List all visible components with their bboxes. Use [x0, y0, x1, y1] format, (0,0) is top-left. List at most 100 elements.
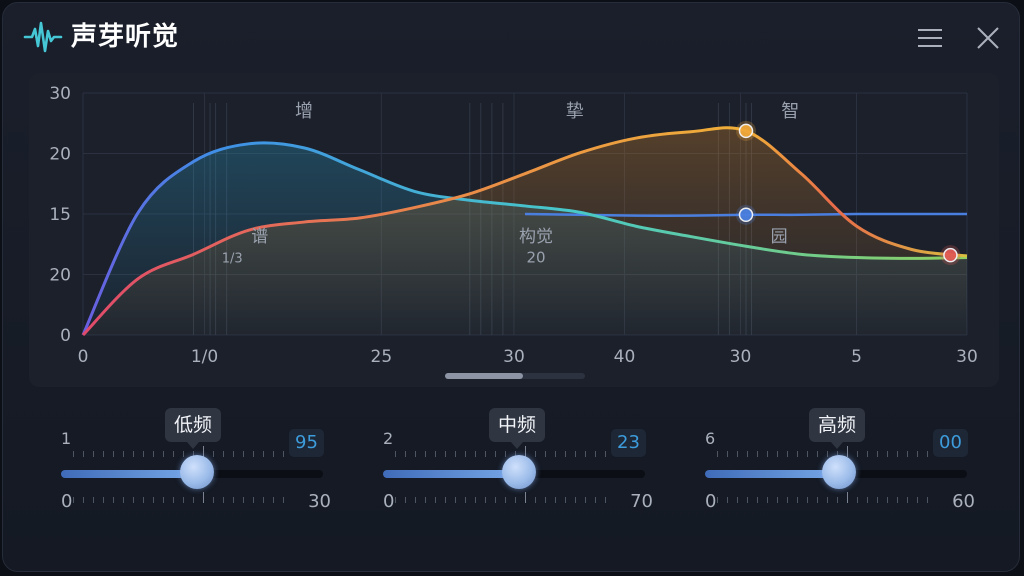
slider-tick — [213, 451, 214, 457]
slider-tick — [283, 497, 284, 503]
slider-tick — [405, 451, 406, 457]
slider-tick — [425, 451, 426, 457]
graph-scrollbar-thumb[interactable] — [445, 373, 524, 379]
slider-tick — [395, 451, 396, 457]
slider-high-top-min: 6 — [705, 429, 716, 448]
slider-tick — [917, 497, 918, 503]
slider-tick — [273, 497, 274, 503]
slider-tick — [223, 451, 224, 457]
slider-tick — [415, 497, 416, 503]
waveform-icon — [23, 21, 63, 53]
slider-tick — [83, 451, 84, 457]
control-point[interactable] — [738, 207, 754, 223]
slider-low-thumb[interactable] — [180, 455, 215, 489]
slider-tick — [415, 451, 416, 457]
slider-tick — [505, 497, 506, 503]
slider-tick — [113, 497, 114, 503]
chart-annotation: 谱 — [251, 227, 268, 247]
slider-tick — [927, 451, 928, 457]
x-tick-label: 30 — [503, 347, 525, 367]
y-tick-label: 30 — [49, 84, 71, 104]
slider-tick — [565, 451, 566, 457]
control-point[interactable] — [738, 123, 754, 139]
slider-tick — [133, 497, 134, 503]
slider-tick — [727, 497, 728, 503]
slider-tick — [163, 451, 164, 457]
slider-tick — [143, 451, 144, 457]
slider-low: 低频 1 95 0 30 — [61, 403, 331, 523]
slider-tick — [777, 451, 778, 457]
slider-tick — [737, 451, 738, 457]
slider-mid-min: 0 — [383, 491, 395, 512]
graph-scrollbar[interactable] — [445, 373, 585, 379]
slider-low-ticks-lower — [73, 492, 284, 503]
slider-tick — [837, 497, 838, 503]
x-tick-label: 5 — [851, 347, 862, 367]
y-tick-label: 0 — [60, 326, 71, 346]
slider-tick — [817, 497, 818, 503]
x-tick-label: 40 — [614, 347, 636, 367]
chart-annotation: 智 — [781, 101, 799, 122]
slider-tick — [283, 451, 284, 457]
slider-tick — [465, 497, 466, 503]
slider-tick — [605, 451, 606, 457]
slider-tick — [767, 497, 768, 503]
x-tick-label: 0 — [78, 347, 89, 367]
y-tick-label: 15 — [49, 205, 71, 225]
slider-high-value[interactable]: 00 — [933, 429, 968, 457]
slider-tick — [113, 451, 114, 457]
slider-tick — [737, 497, 738, 503]
slider-low-fill — [61, 470, 198, 478]
slider-tick — [93, 451, 94, 457]
x-tick-label: 1/0 — [191, 347, 218, 367]
x-tick-label: 30 — [956, 347, 978, 367]
slider-high: 高频 6 00 0 60 — [705, 403, 975, 523]
slider-tick — [495, 451, 496, 457]
chart-annotation: 1/3 — [222, 251, 243, 266]
slider-tick — [585, 497, 586, 503]
slider-tick — [857, 497, 858, 503]
hamburger-menu-icon[interactable] — [915, 25, 945, 51]
slider-tick — [545, 497, 546, 503]
slider-tick — [123, 497, 124, 503]
slider-low-max: 30 — [308, 491, 331, 512]
slider-tick — [515, 497, 516, 503]
slider-tick — [445, 451, 446, 457]
slider-tick — [887, 451, 888, 457]
slider-tick — [595, 451, 596, 457]
slider-tick — [565, 497, 566, 503]
slider-mid-fill — [383, 470, 520, 478]
slider-mid-value[interactable]: 23 — [611, 429, 646, 457]
chart-annotation: 挚 — [566, 101, 584, 122]
eq-chart[interactable]: 0201520300 1/0 25 30 40 30 5 30增挚智谱 构觉20园1/3 — [29, 73, 999, 387]
eq-graph-panel: 0 20 15 20 30 0 1/0 25 30 40 30 5 30 增挚智谱构觉 20 园 1/3 — [29, 73, 999, 387]
slider-tick — [173, 451, 174, 457]
control-point[interactable] — [943, 247, 958, 263]
slider-tick — [193, 497, 194, 503]
slider-tick — [777, 497, 778, 503]
slider-tick — [585, 451, 586, 457]
slider-mid-max: 70 — [630, 491, 653, 512]
slider-high-ticks-upper — [717, 446, 928, 457]
slider-tick — [827, 497, 828, 503]
chart-annotation: 20 — [527, 248, 546, 266]
slider-tick — [535, 451, 536, 457]
slider-tick — [183, 497, 184, 503]
slider-high-fill — [705, 470, 839, 478]
slider-low-value[interactable]: 95 — [289, 429, 324, 457]
slider-tick — [545, 451, 546, 457]
slider-high-max: 60 — [952, 491, 975, 512]
slider-mid-label: 中频 — [489, 408, 546, 449]
slider-high-ticks-lower — [717, 492, 928, 503]
slider-tick — [747, 451, 748, 457]
slider-tick — [595, 497, 596, 503]
slider-tick — [263, 497, 264, 503]
slider-tick — [123, 451, 124, 457]
slider-tick — [907, 451, 908, 457]
slider-high-thumb[interactable] — [821, 455, 856, 489]
close-icon[interactable] — [973, 23, 1003, 53]
slider-tick — [425, 497, 426, 503]
slider-tick — [243, 497, 244, 503]
slider-tick — [263, 451, 264, 457]
slider-mid-thumb[interactable] — [502, 455, 537, 489]
